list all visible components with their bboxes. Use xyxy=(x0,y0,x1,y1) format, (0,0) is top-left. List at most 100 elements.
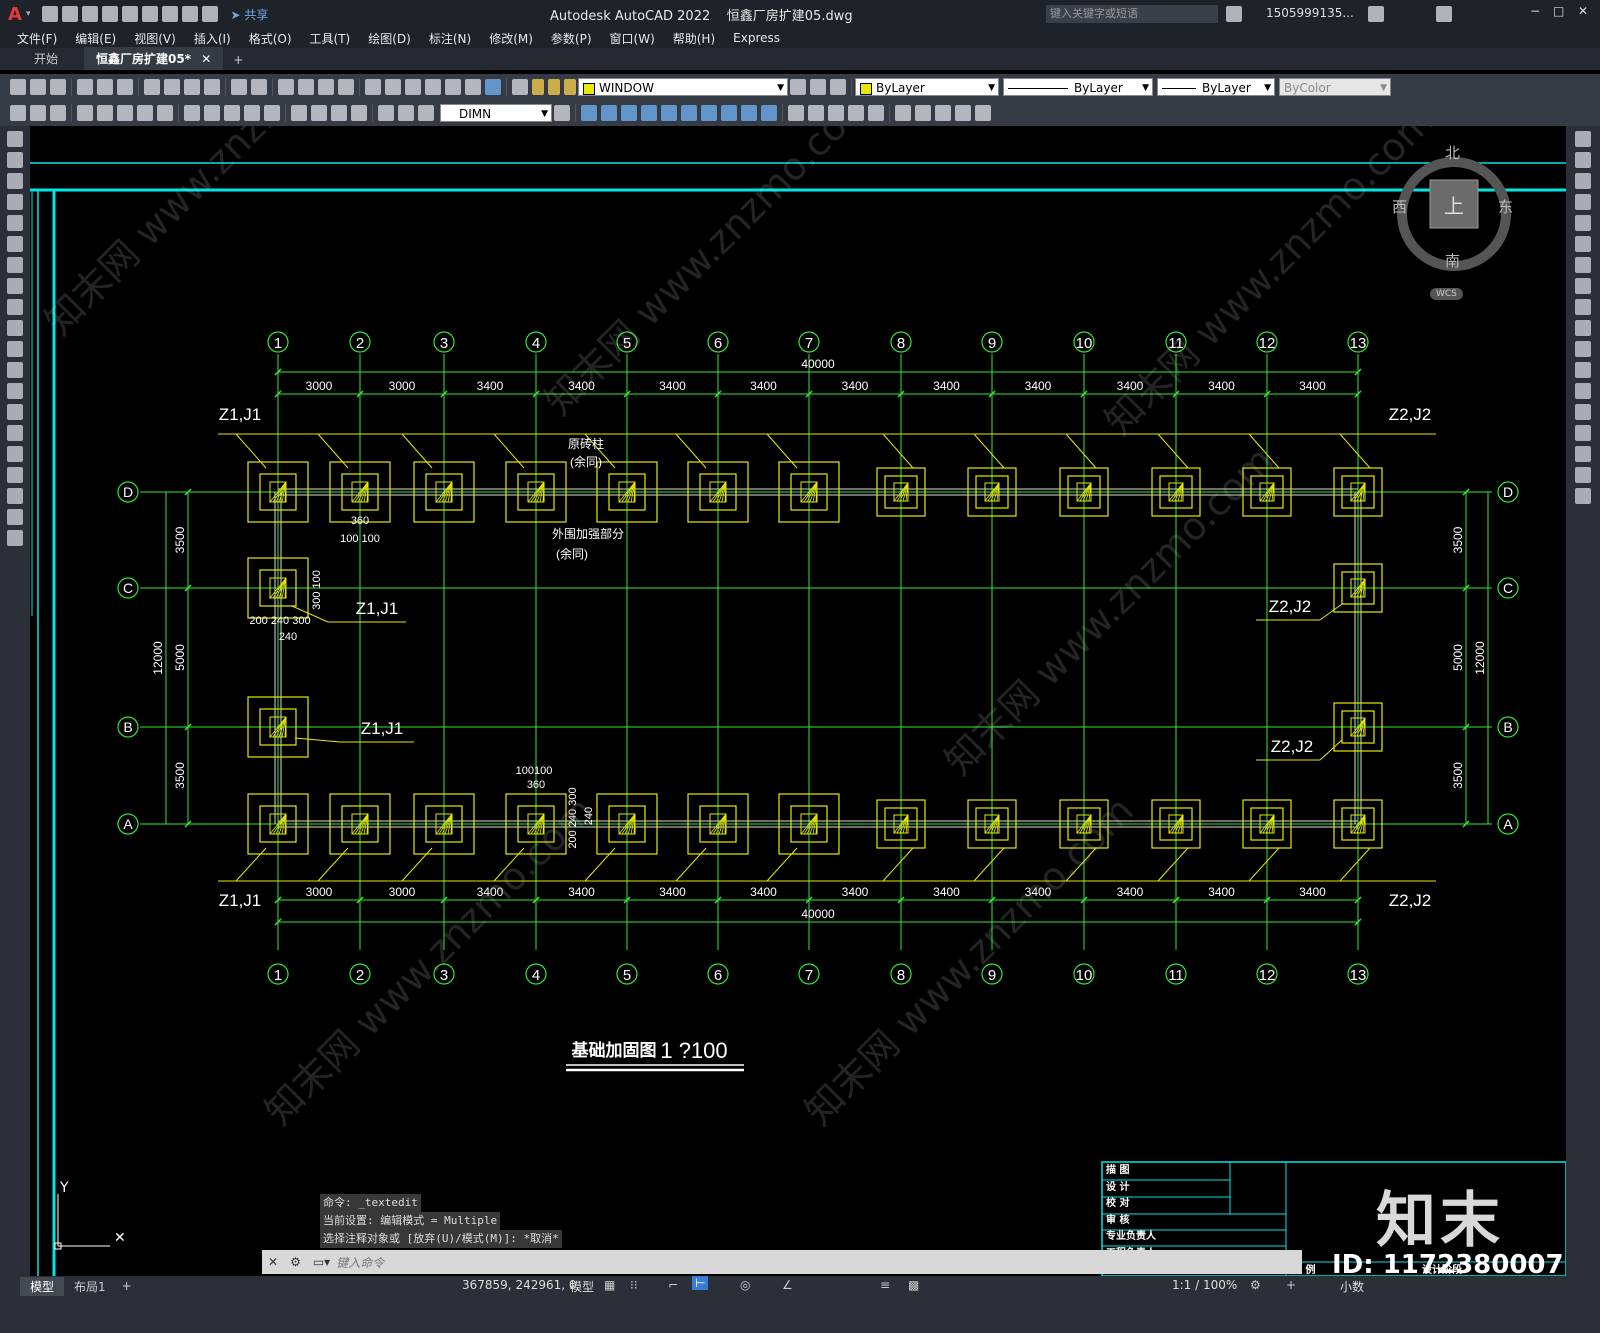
layer-states-icon[interactable] xyxy=(830,79,846,95)
ucs-world-icon[interactable] xyxy=(915,105,931,121)
autocad-logo[interactable]: A xyxy=(8,4,22,25)
cart-icon[interactable] xyxy=(1368,6,1384,22)
join-icon[interactable] xyxy=(1575,404,1591,420)
wcs-button[interactable]: WCS xyxy=(1430,288,1463,300)
visual-style-real-icon[interactable] xyxy=(848,105,864,121)
jogged-linear-icon[interactable] xyxy=(351,105,367,121)
preview-icon[interactable] xyxy=(97,79,113,95)
match-prop-icon[interactable] xyxy=(204,79,220,95)
units-display[interactable]: 小数 xyxy=(1340,1278,1364,1295)
move-icon[interactable] xyxy=(1575,236,1591,252)
command-prompt-icon[interactable]: ▭▾ xyxy=(313,1255,330,1269)
insert-block-icon[interactable] xyxy=(7,362,23,378)
new-tab-button[interactable]: + xyxy=(223,50,253,70)
command-close-icon[interactable]: ✕ xyxy=(268,1255,278,1269)
viewcube-east[interactable]: 东 xyxy=(1498,196,1513,217)
menu-file[interactable]: 文件(F) xyxy=(8,30,66,47)
dim-style-icon[interactable] xyxy=(554,105,570,121)
grid-icon[interactable]: ▦ xyxy=(604,1278,615,1292)
visual-style-hidden-icon[interactable] xyxy=(828,105,844,121)
maximize-button[interactable]: □ xyxy=(1553,4,1564,18)
ellipse-icon[interactable] xyxy=(7,320,23,336)
jogged-icon[interactable] xyxy=(117,105,133,121)
array-icon[interactable] xyxy=(1575,215,1591,231)
ucs-icon[interactable] xyxy=(895,105,911,121)
plus-icon[interactable]: + xyxy=(1286,1278,1296,1292)
open-web-icon[interactable] xyxy=(122,6,139,22)
layer-dropdown[interactable]: WINDOW ▼ xyxy=(578,78,788,96)
menu-view[interactable]: 视图(V) xyxy=(125,30,185,47)
fillet-icon[interactable] xyxy=(1575,446,1591,462)
cut-icon[interactable] xyxy=(144,79,160,95)
open-icon[interactable] xyxy=(30,79,46,95)
dim-space-icon[interactable] xyxy=(244,105,260,121)
model-space-toggle[interactable]: 模型 xyxy=(570,1278,594,1295)
menu-parametric[interactable]: 参数(P) xyxy=(542,30,601,47)
view-right-icon[interactable] xyxy=(641,105,657,121)
copy-object-icon[interactable] xyxy=(1575,152,1591,168)
zoom-previous-icon[interactable] xyxy=(338,79,354,95)
design-center-icon[interactable] xyxy=(385,79,401,95)
calculator-icon[interactable] xyxy=(465,79,481,95)
view-se-icon[interactable] xyxy=(721,105,737,121)
spline-icon[interactable] xyxy=(7,299,23,315)
workspace-icon[interactable]: ⚙ xyxy=(1250,1278,1261,1292)
dim-edit-icon[interactable] xyxy=(378,105,394,121)
arc-length-icon[interactable] xyxy=(50,105,66,121)
share-button[interactable]: ➤ 共享 xyxy=(230,6,268,23)
dimstyle-dropdown[interactable]: DIMN ▼ xyxy=(440,104,552,122)
dim-break-icon[interactable] xyxy=(264,105,280,121)
sheet-set-icon[interactable] xyxy=(425,79,441,95)
save-icon[interactable] xyxy=(50,79,66,95)
polygon-icon[interactable] xyxy=(7,194,23,210)
make-block-icon[interactable] xyxy=(7,383,23,399)
view-bottom-icon[interactable] xyxy=(601,105,617,121)
ordinate-icon[interactable] xyxy=(77,105,93,121)
break-point-icon[interactable] xyxy=(1575,362,1591,378)
trim-icon[interactable] xyxy=(1575,320,1591,336)
chamfer-icon[interactable] xyxy=(1575,425,1591,441)
search-icon[interactable] xyxy=(1226,6,1242,22)
quick-dim-icon[interactable] xyxy=(184,105,200,121)
table-icon[interactable] xyxy=(7,488,23,504)
help-icon[interactable] xyxy=(1436,6,1452,22)
offset-icon[interactable] xyxy=(1575,194,1591,210)
menu-tools[interactable]: 工具(T) xyxy=(301,30,360,47)
menu-help[interactable]: 帮助(H) xyxy=(664,30,724,47)
user-name[interactable]: 1505999135... xyxy=(1266,6,1354,20)
plotstyle-dropdown[interactable]: ByColor ▼ xyxy=(1279,78,1391,96)
search-box[interactable]: 键入关键字或短语 xyxy=(1046,5,1218,23)
continue-icon[interactable] xyxy=(224,105,240,121)
menu-format[interactable]: 格式(O) xyxy=(240,30,301,47)
view-sw-icon[interactable] xyxy=(701,105,717,121)
visual-style-concept-icon[interactable] xyxy=(868,105,884,121)
view-nw-icon[interactable] xyxy=(761,105,777,121)
visual-style-3d-icon[interactable] xyxy=(808,105,824,121)
arc-icon[interactable] xyxy=(7,236,23,252)
viewcube-south[interactable]: 南 xyxy=(1445,250,1460,271)
properties-icon[interactable] xyxy=(365,79,381,95)
save-as-icon[interactable] xyxy=(102,6,119,22)
menu-express[interactable]: Express xyxy=(724,31,789,45)
undo-icon[interactable] xyxy=(231,79,247,95)
annotation-scale[interactable]: 1:1 / 100% xyxy=(1172,1278,1237,1292)
new-icon[interactable] xyxy=(10,79,26,95)
add-selected-icon[interactable] xyxy=(7,530,23,546)
viewcube-north[interactable]: 北 xyxy=(1445,142,1460,163)
markup-icon[interactable] xyxy=(445,79,461,95)
tab-close-icon[interactable]: ✕ xyxy=(201,52,211,66)
rotate-icon[interactable] xyxy=(1575,257,1591,273)
view-front-icon[interactable] xyxy=(661,105,677,121)
baseline-icon[interactable] xyxy=(204,105,220,121)
new-file-icon[interactable] xyxy=(42,6,59,22)
layout-tab-1[interactable]: 布局1 xyxy=(64,1277,116,1296)
extend-icon[interactable] xyxy=(1575,341,1591,357)
inspection-icon[interactable] xyxy=(331,105,347,121)
tolerance-icon[interactable] xyxy=(291,105,307,121)
polyline-icon[interactable] xyxy=(7,173,23,189)
angular-icon[interactable] xyxy=(157,105,173,121)
ucs-face-icon[interactable] xyxy=(955,105,971,121)
paste-icon[interactable] xyxy=(184,79,200,95)
redo-icon[interactable] xyxy=(251,79,267,95)
zoom-window-icon[interactable] xyxy=(318,79,334,95)
